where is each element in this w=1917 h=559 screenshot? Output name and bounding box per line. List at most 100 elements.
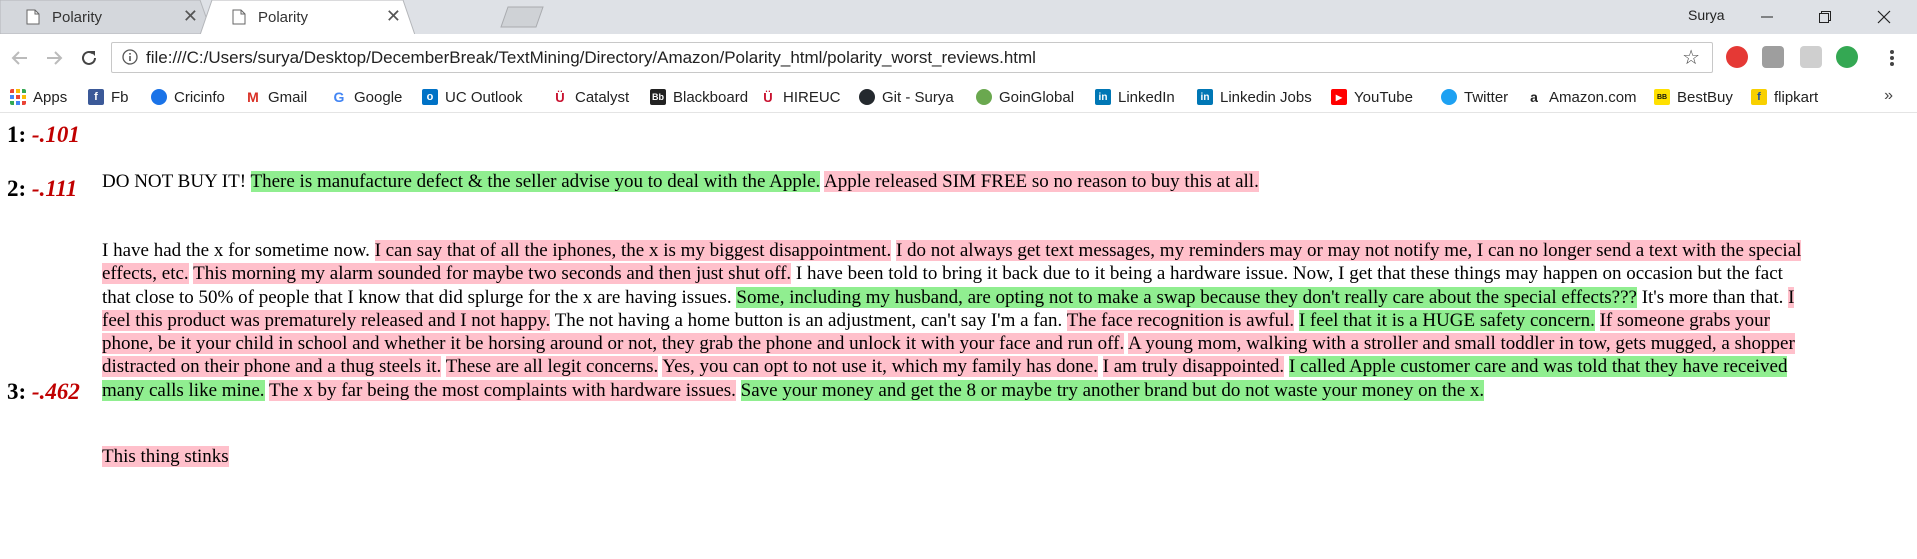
bookmarks-overflow-icon[interactable]: »	[1884, 87, 1893, 105]
sentence-negative: This morning my alarm sounded for maybe …	[193, 263, 792, 285]
bookmark-linkedin[interactable]: in LinkedIn	[1095, 86, 1175, 108]
bookmark-label: Fb	[111, 88, 129, 106]
grammarly-extension-icon[interactable]	[1836, 46, 1858, 68]
review-text: This thing stinks	[102, 445, 1812, 468]
sentence-negative: Yes, you can opt to not use it, which my…	[662, 356, 1098, 378]
flipkart-icon: f	[1751, 89, 1767, 105]
bookmark-gmail[interactable]: M Gmail	[245, 86, 307, 108]
minimize-icon	[1761, 16, 1773, 18]
review-rank: 3:	[7, 379, 27, 404]
review-score: -.101	[31, 122, 80, 147]
reload-icon	[82, 50, 96, 65]
close-icon	[1877, 10, 1891, 24]
opera-extension-icon[interactable]	[1726, 46, 1748, 68]
bookmark-hireuc[interactable]: Ü HIREUC	[760, 86, 841, 108]
menu-button[interactable]	[1880, 46, 1904, 70]
bookmark-flipkart[interactable]: f flipkart	[1751, 86, 1818, 108]
uc-icon: Ü	[552, 89, 568, 105]
tab-polarity-1[interactable]: Polarity ✕	[0, 0, 212, 34]
bookmark-youtube[interactable]: ▶ YouTube	[1331, 86, 1413, 108]
browser-toolbar: file:///C:/Users/surya/Desktop/DecemberB…	[0, 34, 1917, 83]
info-icon[interactable]	[122, 49, 138, 65]
bookmark-google[interactable]: G Google	[331, 86, 402, 108]
bookmark-label: Gmail	[268, 88, 308, 106]
bookmark-label: LinkedIn	[1118, 88, 1175, 106]
bookmark-label: Git - Surya	[882, 88, 954, 106]
page-icon	[232, 9, 246, 25]
bookmark-fb[interactable]: f Fb	[88, 86, 129, 108]
bookmark-label: YouTube	[1354, 88, 1413, 106]
bookmark-apps[interactable]: Apps	[10, 86, 67, 108]
amazon-icon: a	[1526, 89, 1542, 105]
google-icon: G	[331, 89, 347, 105]
bookmark-label: Twitter	[1464, 88, 1509, 106]
page-content: 1: -.101 DO NOT BUY IT! There is manufac…	[0, 112, 1917, 559]
bookmark-label: HIREUC	[783, 88, 841, 106]
youtube-icon: ▶	[1331, 89, 1347, 105]
bookmark-label: flipkart	[1774, 88, 1819, 106]
bookmark-label: GoinGlobal	[999, 88, 1075, 106]
url-text[interactable]: file:///C:/Users/surya/Desktop/DecemberB…	[146, 48, 1036, 68]
review-score: -.462	[31, 379, 80, 404]
sentence-positive: There is manufacture defect & the seller…	[250, 171, 821, 192]
back-button[interactable]	[8, 46, 32, 70]
bookmark-blackboard[interactable]: Bb Blackboard	[650, 86, 748, 108]
close-tab-icon[interactable]: ✕	[183, 6, 198, 26]
close-window-button[interactable]	[1855, 0, 1913, 34]
sentence-negative: I am truly disappointed.	[1102, 356, 1285, 378]
profile-name[interactable]: Surya	[1688, 7, 1725, 23]
page-icon	[26, 9, 40, 25]
review-score: -.111	[31, 176, 78, 201]
reload-button[interactable]	[77, 46, 101, 70]
sentence-neutral: The not having a home button is an adjus…	[554, 309, 1063, 331]
bookmark-bestbuy[interactable]: BB BestBuy	[1654, 86, 1733, 108]
new-tab-button[interactable]	[500, 6, 544, 28]
review-text: DO NOT BUY IT! There is manufacture defe…	[102, 170, 1812, 193]
bookmark-twitter[interactable]: Twitter	[1441, 86, 1508, 108]
minimize-button[interactable]	[1738, 0, 1796, 34]
forward-button[interactable]	[42, 46, 66, 70]
bookmark-label: Amazon.com	[1549, 88, 1637, 106]
gmail-icon: M	[245, 89, 261, 105]
sentence-negative: These are all legit concerns.	[445, 356, 659, 378]
bestbuy-icon: BB	[1654, 89, 1670, 105]
sentence-positive: Save your money and get the 8 or maybe t…	[740, 379, 1485, 401]
sentence-negative: Apple released SIM FREE so no reason to …	[824, 171, 1259, 192]
review-heading: 3: -.462	[7, 379, 80, 405]
forward-arrow-icon	[47, 51, 63, 65]
sentence-neutral: It's more than that.	[1641, 286, 1784, 308]
bookmark-label: BestBuy	[1677, 88, 1733, 106]
bookmark-cricinfo[interactable]: Cricinfo	[151, 86, 225, 108]
address-bar[interactable]: file:///C:/Users/surya/Desktop/DecemberB…	[111, 42, 1713, 73]
bookmark-amazon[interactable]: a Amazon.com	[1526, 86, 1637, 108]
review-heading: 1: -.101	[7, 122, 80, 148]
bookmark-goinglobal[interactable]: GoinGlobal	[976, 86, 1074, 108]
linkedin-icon: in	[1095, 89, 1111, 105]
tab-title: Polarity	[52, 9, 103, 26]
bookmark-label: Cricinfo	[174, 88, 225, 106]
bookmark-label: Blackboard	[673, 88, 749, 106]
sentence-positive: Some, including my husband, are opting n…	[736, 286, 1637, 308]
bookmark-git-surya[interactable]: Git - Surya	[859, 86, 954, 108]
bookmark-label: Linkedin Jobs	[1220, 88, 1312, 106]
apps-grid-icon	[10, 89, 26, 105]
close-tab-icon[interactable]: ✕	[386, 6, 401, 26]
bookmark-linkedin-jobs[interactable]: in Linkedin Jobs	[1197, 86, 1312, 108]
bookmarks-bar: Apps f Fb Cricinfo M Gmail G Google o UC Out…	[0, 82, 1917, 113]
bookmark-uc-outlook[interactable]: o UC Outlook	[422, 86, 523, 108]
bookmark-star-icon[interactable]: ☆	[1682, 45, 1700, 70]
tab-polarity-2[interactable]: Polarity ✕	[200, 0, 415, 35]
blackboard-icon: Bb	[650, 89, 666, 105]
restore-button[interactable]	[1796, 0, 1854, 34]
linkedin-icon: in	[1197, 89, 1213, 105]
bookmark-catalyst[interactable]: Ü Catalyst	[552, 86, 629, 108]
twitter-icon	[1441, 89, 1457, 105]
bookmark-label: Google	[354, 88, 403, 106]
facebook-icon: f	[88, 89, 104, 105]
sentence-negative: I can say that of all the iphones, the x…	[374, 240, 892, 261]
sentence-negative: This thing stinks	[102, 446, 229, 467]
extension-icon[interactable]	[1762, 46, 1784, 68]
tab-title: Polarity	[258, 9, 309, 26]
image-extension-icon[interactable]	[1800, 46, 1822, 68]
kebab-menu-icon	[1890, 50, 1894, 66]
